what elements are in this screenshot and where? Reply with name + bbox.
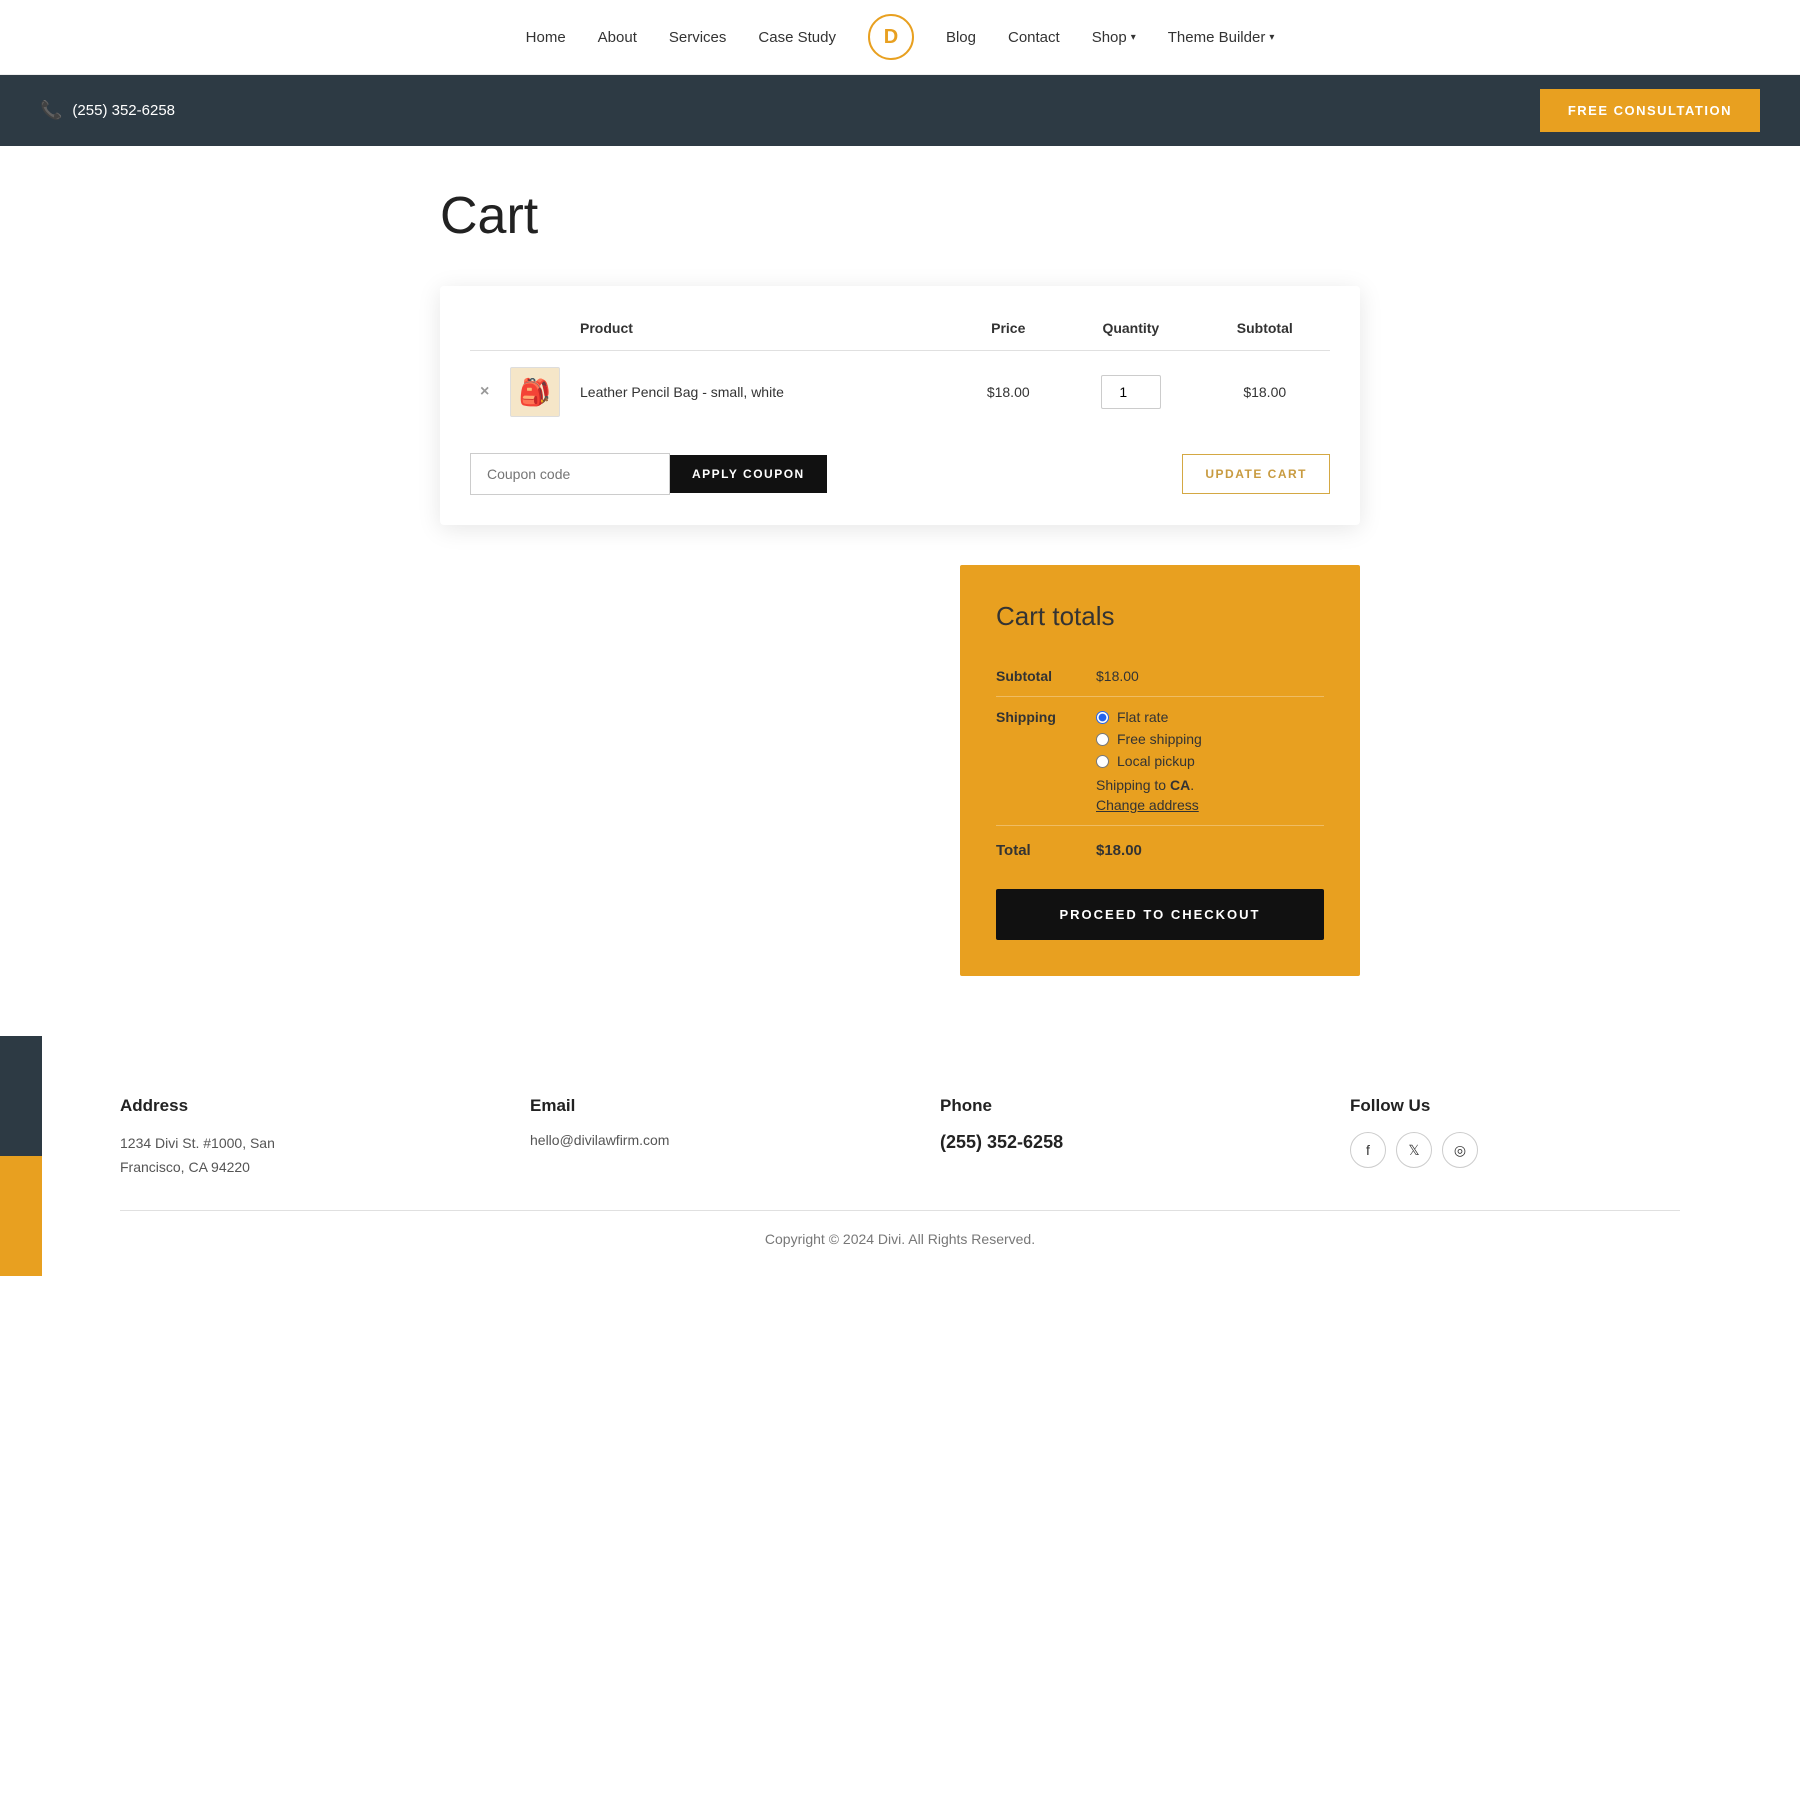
nav-about[interactable]: About	[598, 29, 637, 46]
product-image: 🎒	[510, 367, 560, 417]
nav-services[interactable]: Services	[669, 29, 727, 46]
total-label: Total	[996, 842, 1096, 859]
phone-icon: 📞	[40, 100, 62, 121]
subtotal-label: Subtotal	[996, 668, 1096, 684]
footer-main: Address 1234 Divi St. #1000, San Francis…	[0, 1036, 1800, 1297]
footer-divider	[120, 1210, 1680, 1211]
coupon-row: APPLY COUPON UPDATE CART	[470, 453, 1330, 495]
col-remove	[470, 310, 500, 351]
footer-email-value: hello@divilawfirm.com	[530, 1132, 900, 1148]
page-content: Cart Product Price Quantity Subtotal ×	[420, 146, 1380, 1036]
total-value: $18.00	[1096, 842, 1142, 859]
table-row: × 🎒 Leather Pencil Bag - small, white $1…	[470, 351, 1330, 434]
shipping-free-radio[interactable]	[1096, 733, 1109, 746]
footer-follow-title: Follow Us	[1350, 1096, 1720, 1116]
checkout-button[interactable]: PROCEED TO CHECKOUT	[996, 889, 1324, 940]
shipping-free-label: Free shipping	[1117, 731, 1202, 747]
shipping-flat-rate-radio[interactable]	[1096, 711, 1109, 724]
footer-side-gold-bar	[0, 1156, 42, 1276]
nav-home[interactable]: Home	[526, 29, 566, 46]
facebook-icon[interactable]: f	[1350, 1132, 1386, 1168]
nav-theme-builder[interactable]: Theme Builder ▾	[1168, 29, 1275, 46]
shipping-local-pickup[interactable]: Local pickup	[1096, 753, 1202, 769]
product-subtotal: $18.00	[1243, 384, 1286, 400]
chevron-down-icon: ▾	[1131, 32, 1136, 43]
product-image-emoji: 🎒	[519, 377, 551, 408]
remove-item-button[interactable]: ×	[480, 383, 489, 400]
social-icons: f 𝕏 ◎	[1350, 1132, 1720, 1168]
logo[interactable]: D	[868, 14, 914, 60]
shipping-row: Shipping Flat rate Free shipping	[996, 697, 1324, 826]
chevron-down-icon: ▾	[1269, 32, 1274, 43]
cart-table-wrapper: Product Price Quantity Subtotal × 🎒 Leat…	[440, 286, 1360, 525]
twitter-x-icon[interactable]: 𝕏	[1396, 1132, 1432, 1168]
footer-email-col: Email hello@divilawfirm.com	[530, 1096, 900, 1180]
nav-shop[interactable]: Shop ▾	[1092, 29, 1136, 46]
col-price: Price	[954, 310, 1062, 351]
shipping-note: Shipping to CA.	[1096, 777, 1202, 793]
shipping-local-radio[interactable]	[1096, 755, 1109, 768]
footer-address-title: Address	[120, 1096, 490, 1116]
footer-side-dark-bar	[0, 1036, 42, 1156]
nav-case-study[interactable]: Case Study	[758, 29, 836, 46]
footer-address-text: 1234 Divi St. #1000, San Francisco, CA 9…	[120, 1132, 490, 1180]
footer-email-title: Email	[530, 1096, 900, 1116]
shipping-flat-rate[interactable]: Flat rate	[1096, 709, 1202, 725]
shipping-options-container: Flat rate Free shipping Local pickup Shi…	[1096, 709, 1202, 813]
col-quantity: Quantity	[1062, 310, 1199, 351]
top-bar: 📞 (255) 352-6258 FREE CONSULTATION	[0, 75, 1800, 146]
footer-phone-title: Phone	[940, 1096, 1310, 1116]
shipping-flat-rate-label: Flat rate	[1117, 709, 1168, 725]
update-cart-button[interactable]: UPDATE CART	[1182, 454, 1330, 494]
footer-copyright: Copyright © 2024 Divi. All Rights Reserv…	[80, 1231, 1720, 1267]
col-subtotal: Subtotal	[1200, 310, 1331, 351]
instagram-icon[interactable]: ◎	[1442, 1132, 1478, 1168]
nav-blog[interactable]: Blog	[946, 29, 976, 46]
footer-phone-col: Phone (255) 352-6258	[940, 1096, 1310, 1180]
nav-contact[interactable]: Contact	[1008, 29, 1060, 46]
top-bar-phone: 📞 (255) 352-6258	[40, 100, 175, 121]
free-consultation-button[interactable]: FREE CONSULTATION	[1540, 89, 1760, 132]
shipping-local-label: Local pickup	[1117, 753, 1195, 769]
footer-address-col: Address 1234 Divi St. #1000, San Francis…	[120, 1096, 490, 1180]
cart-totals-section: Cart totals Subtotal $18.00 Shipping Fla…	[440, 565, 1360, 976]
col-img	[500, 310, 570, 351]
col-product: Product	[570, 310, 954, 351]
subtotal-row: Subtotal $18.00	[996, 656, 1324, 697]
cart-totals-box: Cart totals Subtotal $18.00 Shipping Fla…	[960, 565, 1360, 976]
shipping-free[interactable]: Free shipping	[1096, 731, 1202, 747]
change-address-link[interactable]: Change address	[1096, 797, 1202, 813]
page-title: Cart	[440, 186, 1360, 246]
subtotal-value: $18.00	[1096, 668, 1139, 684]
footer: Address 1234 Divi St. #1000, San Francis…	[0, 1036, 1800, 1297]
product-name: Leather Pencil Bag - small, white	[580, 384, 784, 400]
quantity-input[interactable]	[1101, 375, 1161, 409]
footer-follow-col: Follow Us f 𝕏 ◎	[1350, 1096, 1720, 1180]
shipping-options: Flat rate Free shipping Local pickup	[1096, 709, 1202, 769]
footer-phone-value: (255) 352-6258	[940, 1132, 1310, 1153]
main-nav: Home About Services Case Study D Blog Co…	[0, 0, 1800, 75]
footer-columns: Address 1234 Divi St. #1000, San Francis…	[80, 1096, 1720, 1180]
product-price: $18.00	[987, 384, 1030, 400]
cart-table: Product Price Quantity Subtotal × 🎒 Leat…	[470, 310, 1330, 433]
shipping-country: CA	[1170, 777, 1190, 793]
cart-totals-title: Cart totals	[996, 601, 1324, 632]
coupon-input[interactable]	[470, 453, 670, 495]
shipping-label: Shipping	[996, 709, 1096, 725]
total-row: Total $18.00	[996, 826, 1324, 879]
apply-coupon-button[interactable]: APPLY COUPON	[670, 455, 827, 493]
